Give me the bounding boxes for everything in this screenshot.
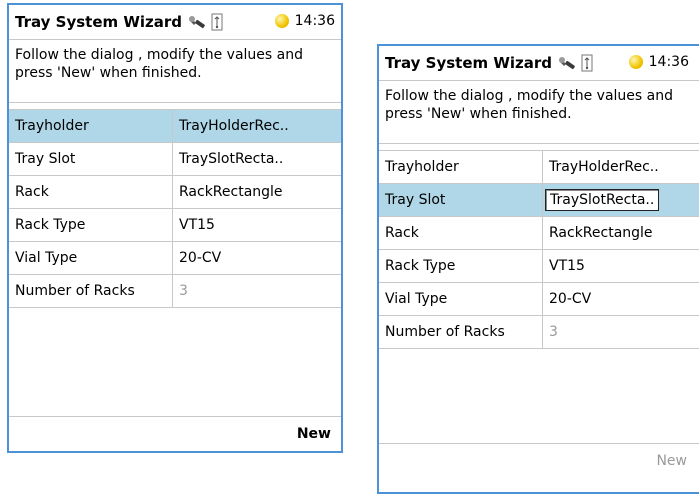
new-button[interactable]: New xyxy=(297,426,331,442)
status-dot-icon xyxy=(628,55,643,69)
table-row-number-of-racks: Number of Racks 3 xyxy=(9,275,341,308)
row-value[interactable]: VT15 xyxy=(543,250,699,282)
table-row-tray-slot[interactable]: Tray Slot TraySlotRecta.. xyxy=(379,184,699,217)
row-value[interactable]: 20-CV xyxy=(173,242,341,274)
table-row-rack[interactable]: Rack RackRectangle xyxy=(379,217,699,250)
row-label: Trayholder xyxy=(9,110,173,142)
instructions-text: Follow the dialog , modify the values an… xyxy=(379,81,699,144)
table-row-vial-type[interactable]: Vial Type 20-CV xyxy=(379,283,699,316)
table-row-rack[interactable]: Rack RackRectangle xyxy=(9,176,341,209)
table-row-trayholder[interactable]: Trayholder TrayHolderRec.. xyxy=(379,151,699,184)
row-label: Number of Racks xyxy=(379,316,543,348)
window-title: Tray System Wizard xyxy=(15,13,183,31)
wizard-panel-right: Tray System Wizard 14:36 Follow the dial… xyxy=(377,44,699,494)
table-row-vial-type[interactable]: Vial Type 20-CV xyxy=(9,242,341,275)
row-value-cell: TraySlotRecta.. xyxy=(543,184,699,216)
row-value[interactable]: TraySlotRecta.. xyxy=(173,143,341,175)
row-label: Rack Type xyxy=(9,209,173,241)
time-label: 14:36 xyxy=(294,13,335,29)
row-value[interactable]: RackRectangle xyxy=(543,217,699,249)
instructions-text: Follow the dialog , modify the values an… xyxy=(9,40,341,103)
row-value[interactable]: VT15 xyxy=(173,209,341,241)
title-bar: Tray System Wizard 14:36 xyxy=(9,5,341,40)
row-label: Rack xyxy=(9,176,173,208)
row-value: 3 xyxy=(549,324,558,340)
row-label: Vial Type xyxy=(9,242,173,274)
status-clock: 14:36 xyxy=(274,13,335,29)
row-label: Trayholder xyxy=(379,151,543,183)
table-row-rack-type[interactable]: Rack Type VT15 xyxy=(9,209,341,242)
row-label: Number of Racks xyxy=(9,275,173,307)
footer-bar: New xyxy=(379,443,699,478)
row-value[interactable]: TrayHolderRec.. xyxy=(173,110,341,142)
footer-bar: New xyxy=(9,416,341,451)
row-label: Tray Slot xyxy=(9,143,173,175)
usb-icon xyxy=(581,54,593,72)
title-bar: Tray System Wizard 14:36 xyxy=(379,46,699,81)
row-label: Vial Type xyxy=(379,283,543,315)
row-label: Rack Type xyxy=(379,250,543,282)
window-title: Tray System Wizard xyxy=(385,54,553,72)
table-row-tray-slot[interactable]: Tray Slot TraySlotRecta.. xyxy=(9,143,341,176)
status-dot-icon xyxy=(274,14,289,28)
row-value[interactable]: 20-CV xyxy=(543,283,699,315)
table-row-trayholder[interactable]: Trayholder TrayHolderRec.. xyxy=(9,110,341,143)
table-row-number-of-racks: Number of Racks 3 xyxy=(379,316,699,349)
usb-icon xyxy=(211,13,223,31)
status-clock: 14:36 xyxy=(628,54,689,70)
tray-slot-edit-field[interactable]: TraySlotRecta.. xyxy=(545,189,660,211)
time-label: 14:36 xyxy=(648,54,689,70)
row-label: Rack xyxy=(379,217,543,249)
title-icons xyxy=(558,54,594,72)
settings-table: Trayholder TrayHolderRec.. Tray Slot Tra… xyxy=(379,150,699,349)
new-button[interactable]: New xyxy=(656,453,687,469)
row-value[interactable]: RackRectangle xyxy=(173,176,341,208)
wizard-panel-left: Tray System Wizard 14:36 Follow the dial… xyxy=(7,3,343,453)
row-label: Tray Slot xyxy=(379,184,543,216)
title-icons xyxy=(188,13,224,31)
settings-table: Trayholder TrayHolderRec.. Tray Slot Tra… xyxy=(9,109,341,308)
row-value[interactable]: TrayHolderRec.. xyxy=(543,151,699,183)
wrench-icon xyxy=(189,16,205,29)
row-value: 3 xyxy=(179,283,188,299)
wrench-icon xyxy=(559,57,575,70)
table-row-rack-type[interactable]: Rack Type VT15 xyxy=(379,250,699,283)
